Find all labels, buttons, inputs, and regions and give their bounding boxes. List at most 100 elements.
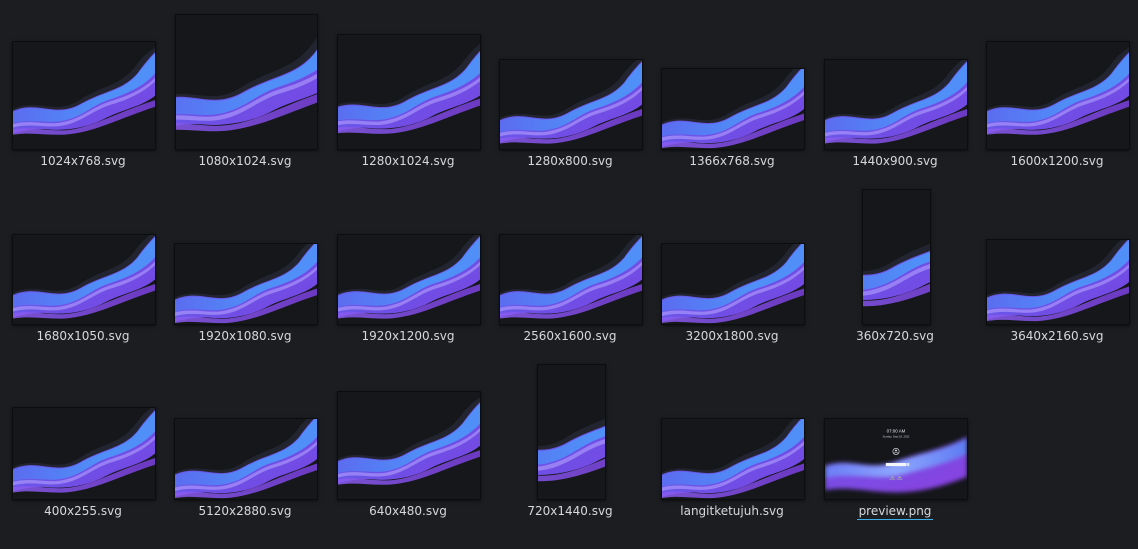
wallpaper-wave-icon xyxy=(13,408,155,499)
thumbnail-area xyxy=(170,187,320,325)
file-name: 640x480.svg xyxy=(333,503,483,519)
file-item[interactable]: 720x1440.svg xyxy=(495,362,645,537)
file-item[interactable]: 400x255.svg xyxy=(8,362,158,537)
svg-thumbnail xyxy=(862,189,931,325)
svg-thumbnail xyxy=(337,391,481,500)
thumbnail-area xyxy=(982,12,1132,150)
svg-thumbnail xyxy=(537,364,606,500)
file-name-text: 1600x1200.svg xyxy=(1010,154,1104,168)
file-name-text: 1920x1080.svg xyxy=(198,329,292,343)
wallpaper-wave-icon xyxy=(987,42,1129,149)
lockscreen-time: 07:00 AM xyxy=(887,428,906,433)
wallpaper-wave-icon xyxy=(338,392,480,499)
wallpaper-wave-icon xyxy=(338,235,480,324)
svg-thumbnail xyxy=(174,243,318,325)
file-name-text: 640x480.svg xyxy=(369,504,447,518)
svg-thumbnail xyxy=(499,59,643,150)
file-item[interactable]: 3200x1800.svg xyxy=(657,187,807,362)
file-item[interactable]: 1920x1200.svg xyxy=(333,187,483,362)
wallpaper-wave-icon xyxy=(987,240,1129,324)
wallpaper-wave-icon xyxy=(13,42,155,149)
file-grid: 1024x768.svg 1080x1024.svg 1280x1024.svg… xyxy=(0,0,1138,549)
file-name-text: 1440x900.svg xyxy=(852,154,938,168)
thumbnail-area xyxy=(333,12,483,150)
wallpaper-wave-icon xyxy=(500,235,642,324)
svg-thumbnail xyxy=(175,14,318,150)
wallpaper-wave-icon xyxy=(175,244,317,324)
svg-thumbnail xyxy=(12,234,156,325)
file-item[interactable]: 1920x1080.svg xyxy=(170,187,320,362)
svg-thumbnail xyxy=(12,407,156,500)
file-name: 360x720.svg xyxy=(820,328,970,344)
file-item[interactable]: 1280x1024.svg xyxy=(333,12,483,187)
file-name-text: 1280x800.svg xyxy=(527,154,613,168)
file-name: 1440x900.svg xyxy=(820,153,970,169)
file-name: 720x1440.svg xyxy=(495,503,645,519)
wallpaper-wave-icon xyxy=(662,69,804,149)
file-name-text: 1080x1024.svg xyxy=(198,154,292,168)
thumbnail-area xyxy=(495,362,645,500)
file-item[interactable]: 5120x2880.svg xyxy=(170,362,320,537)
wallpaper-wave-icon xyxy=(500,60,642,149)
svg-thumbnail xyxy=(12,41,156,150)
file-item[interactable]: 1600x1200.svg xyxy=(982,12,1132,187)
file-name: 1680x1050.svg xyxy=(8,328,158,344)
lockscreen-preview-icon: 07:00 AM Sunday, Sept 18, 2022 xyxy=(825,419,967,499)
file-name: 5120x2880.svg xyxy=(170,503,320,519)
file-name-text: 400x255.svg xyxy=(44,504,122,518)
file-name-text: 720x1440.svg xyxy=(527,504,613,518)
thumbnail-area xyxy=(495,187,645,325)
file-item[interactable]: 07:00 AM Sunday, Sept 18, 2022 preview.p… xyxy=(820,362,970,537)
file-item[interactable]: 1024x768.svg xyxy=(8,12,158,187)
file-name-text: preview.png xyxy=(856,504,934,520)
file-item[interactable]: 640x480.svg xyxy=(333,362,483,537)
png-thumbnail: 07:00 AM Sunday, Sept 18, 2022 xyxy=(824,418,968,500)
svg-thumbnail xyxy=(337,234,481,325)
wallpaper-wave-icon xyxy=(175,419,317,499)
thumbnail-area xyxy=(170,362,320,500)
file-name: 400x255.svg xyxy=(8,503,158,519)
file-item[interactable]: 2560x1600.svg xyxy=(495,187,645,362)
wallpaper-wave-icon xyxy=(662,419,804,499)
file-name: 2560x1600.svg xyxy=(495,328,645,344)
thumbnail-area xyxy=(982,187,1132,325)
wallpaper-wave-icon xyxy=(538,365,605,499)
file-name-text: 3640x2160.svg xyxy=(1010,329,1104,343)
svg-thumbnail xyxy=(174,418,318,500)
file-name: 3640x2160.svg xyxy=(982,328,1132,344)
svg-thumbnail xyxy=(824,59,968,150)
file-name: 1280x1024.svg xyxy=(333,153,483,169)
thumbnail-area xyxy=(820,187,970,325)
file-item[interactable]: 1680x1050.svg xyxy=(8,187,158,362)
svg-thumbnail xyxy=(661,418,805,500)
file-name: preview.png xyxy=(820,503,970,520)
wallpaper-wave-icon xyxy=(825,60,967,149)
thumbnail-area xyxy=(333,362,483,500)
file-name: 1920x1200.svg xyxy=(333,328,483,344)
thumbnail-area xyxy=(495,12,645,150)
file-item[interactable]: 1280x800.svg xyxy=(495,12,645,187)
file-item[interactable]: 3640x2160.svg xyxy=(982,187,1132,362)
lockscreen-date: Sunday, Sept 18, 2022 xyxy=(883,435,910,439)
thumbnail-area xyxy=(170,12,320,150)
wallpaper-wave-icon xyxy=(176,15,317,149)
password-field-icon xyxy=(885,463,907,467)
thumbnail-area xyxy=(8,12,158,150)
file-item[interactable]: 1366x768.svg xyxy=(657,12,807,187)
file-item[interactable]: 1080x1024.svg xyxy=(170,12,320,187)
file-name-text: 1280x1024.svg xyxy=(361,154,455,168)
thumbnail-area: 07:00 AM Sunday, Sept 18, 2022 xyxy=(820,362,970,500)
wallpaper-wave-icon xyxy=(662,244,804,324)
wallpaper-wave-icon xyxy=(338,35,480,149)
thumbnail-area xyxy=(8,187,158,325)
svg-thumbnail xyxy=(986,41,1130,150)
file-item[interactable]: 360x720.svg xyxy=(820,187,970,362)
file-name: 1600x1200.svg xyxy=(982,153,1132,169)
file-name: langitketujuh.svg xyxy=(657,503,807,519)
file-item[interactable]: 1440x900.svg xyxy=(820,12,970,187)
file-name-text: 360x720.svg xyxy=(856,329,934,343)
file-name-text: langitketujuh.svg xyxy=(680,504,784,518)
file-item[interactable]: langitketujuh.svg xyxy=(657,362,807,537)
file-name: 1080x1024.svg xyxy=(170,153,320,169)
thumbnail-area xyxy=(8,362,158,500)
